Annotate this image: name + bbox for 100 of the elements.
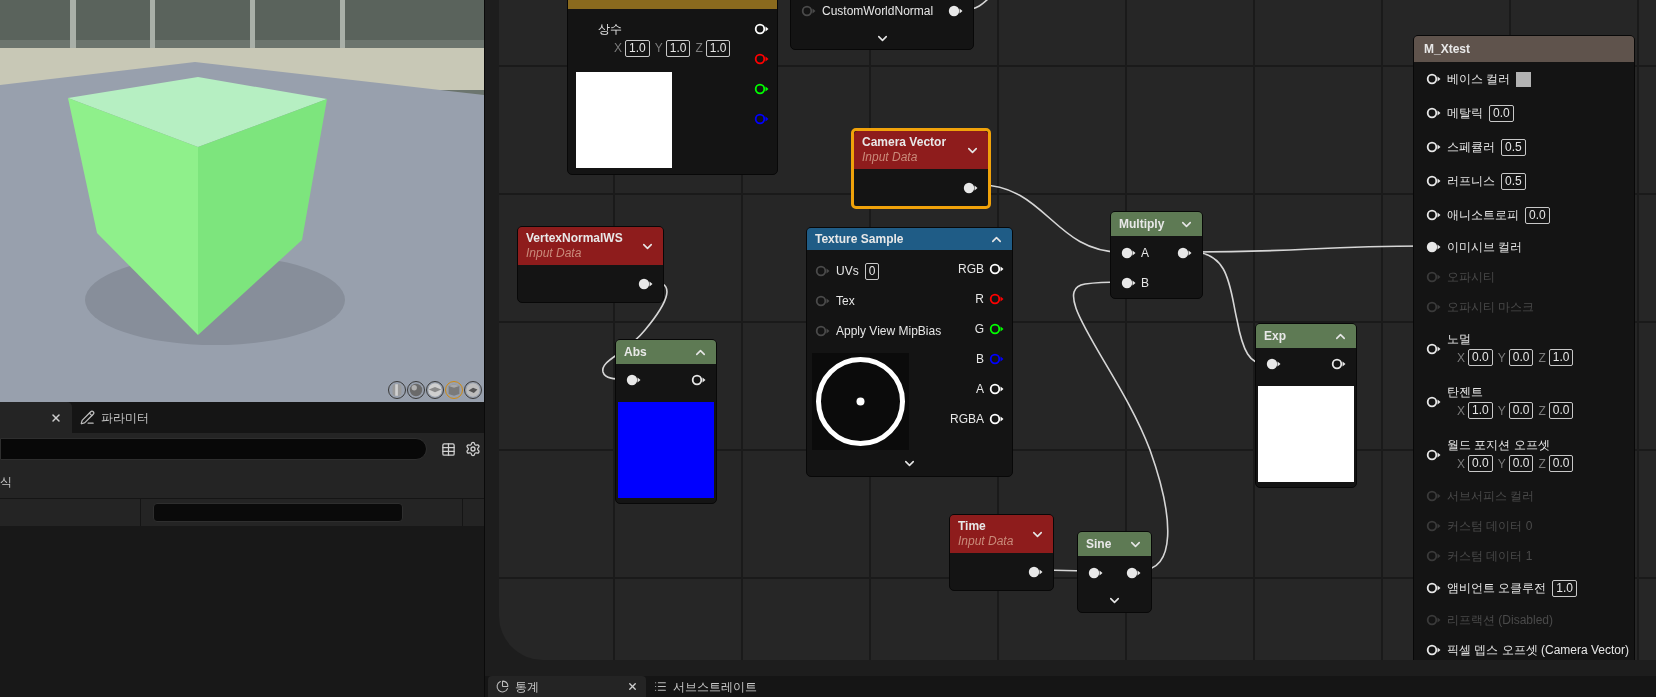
graph-node[interactable]: CustomWorldNormal (790, 0, 974, 50)
graph-node[interactable]: Multiply A B (1110, 211, 1203, 299)
input-pin[interactable] (1426, 141, 1441, 153)
preview-shape-button[interactable] (407, 381, 425, 399)
color-swatch[interactable] (1516, 71, 1532, 87)
input-label: 픽셀 뎁스 오프셋 (Camera Vector) (1447, 642, 1630, 658)
panel-tab[interactable]: 서브스트레이트 (646, 676, 765, 697)
search-field[interactable] (0, 438, 427, 460)
node-title: Exp (1264, 328, 1286, 344)
input-pin[interactable] (1426, 175, 1441, 187)
pin-label: RGBA (950, 411, 984, 428)
graph-node[interactable]: Exp (1255, 323, 1357, 488)
output-pin[interactable] (989, 383, 1004, 395)
graph-node[interactable]: 상수 X 1.0 Y 1.0 Z 1.0 (567, 0, 778, 175)
value-field[interactable]: 0.0 (1508, 349, 1534, 366)
graph-node[interactable]: Time Input Data (949, 514, 1054, 591)
input-pin[interactable] (1121, 247, 1136, 259)
input-pin[interactable] (801, 5, 816, 17)
value-field[interactable]: 0.0 (1548, 402, 1574, 419)
value-field[interactable]: 0.5 (1501, 172, 1526, 190)
output-pin[interactable] (963, 181, 978, 194)
input-pin[interactable] (1088, 567, 1103, 579)
graph-node[interactable]: Sine (1077, 531, 1152, 613)
pin-label: RGB (958, 261, 984, 278)
output-pin[interactable] (754, 83, 769, 95)
value-field[interactable]: 0.0 (1525, 206, 1550, 224)
value-field[interactable]: 0.0 (1468, 455, 1493, 472)
value-field[interactable]: 0 (864, 262, 880, 280)
output-pin[interactable] (754, 23, 769, 35)
value-field[interactable]: 1.0 (1552, 579, 1578, 597)
input-pin[interactable] (1426, 395, 1441, 408)
property-field[interactable] (153, 503, 403, 522)
tab-label: 파라미터 (101, 409, 149, 427)
node-title: Camera Vector (862, 135, 947, 150)
input-pin[interactable] (626, 374, 641, 386)
value-field[interactable]: 0.0 (1548, 455, 1574, 472)
value-field[interactable]: 1.0 (665, 39, 691, 57)
graph-node[interactable]: Camera Vector Input Data (851, 128, 991, 209)
output-pin[interactable] (948, 5, 963, 17)
axis-label: Y (654, 40, 663, 57)
value-field[interactable]: 1.0 (1548, 349, 1574, 366)
input-pin[interactable] (1426, 73, 1441, 85)
input-pin[interactable] (1426, 342, 1441, 355)
value-field[interactable]: 0.0 (1468, 349, 1493, 366)
graph-node[interactable] (1413, 35, 1635, 660)
output-pin[interactable] (989, 413, 1004, 425)
value-field[interactable]: 0.0 (1508, 455, 1534, 472)
node-subtitle: Input Data (526, 246, 583, 261)
close-icon[interactable] (627, 681, 638, 692)
table-icon[interactable] (441, 441, 456, 457)
input-pin[interactable] (815, 295, 830, 307)
axis-label: Y (1497, 349, 1506, 367)
node-subtitle: Input Data (862, 150, 919, 165)
node-title: VertexNormalWS (526, 231, 623, 246)
pin-label: A (976, 381, 984, 398)
axis-label: Z (1538, 349, 1546, 367)
input-pin[interactable] (815, 265, 830, 277)
preview-shape-button[interactable] (464, 381, 482, 399)
value-field[interactable]: 0.0 (1489, 104, 1514, 122)
output-pin[interactable] (1177, 247, 1192, 259)
input-pin[interactable] (815, 325, 830, 337)
panel-tab[interactable]: 파라미터 (72, 402, 159, 433)
value-field[interactable]: 0.0 (1508, 402, 1534, 419)
graph-node[interactable]: Texture Sample UVs 0 Tex Apply View MipBias RGB R G B A RGBA (806, 227, 1013, 477)
node-label: 상수 (598, 21, 623, 37)
input-label: 탄젠트 (1447, 383, 1484, 400)
input-pin[interactable] (1426, 107, 1441, 119)
output-pin[interactable] (989, 263, 1004, 275)
input-pin[interactable] (1426, 582, 1441, 594)
output-pin[interactable] (1331, 358, 1346, 370)
node-subtitle: Input Data (958, 534, 1014, 549)
graph-node[interactable]: Abs (615, 339, 717, 504)
output-pin[interactable] (638, 277, 653, 290)
axis-label: X (1457, 349, 1465, 367)
output-pin[interactable] (691, 374, 706, 386)
input-pin[interactable] (1426, 644, 1441, 656)
preview-shape-button[interactable] (426, 381, 444, 399)
cube-icon (446, 382, 462, 398)
panel-tab[interactable]: 통계 (488, 676, 646, 697)
pin-label: Tex (836, 293, 855, 310)
pencil-icon (80, 410, 95, 425)
output-pin[interactable] (1028, 565, 1043, 578)
graph-node[interactable]: VertexNormalWS Input Data (517, 226, 664, 303)
input-pin[interactable] (1266, 358, 1281, 370)
input-pin[interactable] (1426, 209, 1441, 221)
input-pin[interactable] (1426, 448, 1441, 461)
output-pin[interactable] (1126, 567, 1141, 579)
settings-icon[interactable] (465, 441, 481, 457)
axis-label: Y (1497, 455, 1506, 473)
output-pin[interactable] (989, 323, 1004, 335)
close-icon[interactable] (50, 411, 62, 424)
value-field[interactable]: 1.0 (705, 39, 731, 57)
axis-label: X (1457, 455, 1465, 473)
value-field[interactable]: 1.0 (1468, 402, 1493, 419)
input-pin[interactable] (1426, 241, 1441, 253)
node-title: Sine (1086, 536, 1112, 552)
input-pin[interactable] (1121, 277, 1136, 289)
pin-label: UVs (836, 263, 859, 280)
value-field[interactable]: 1.0 (625, 39, 650, 57)
value-field[interactable]: 0.5 (1501, 138, 1526, 156)
